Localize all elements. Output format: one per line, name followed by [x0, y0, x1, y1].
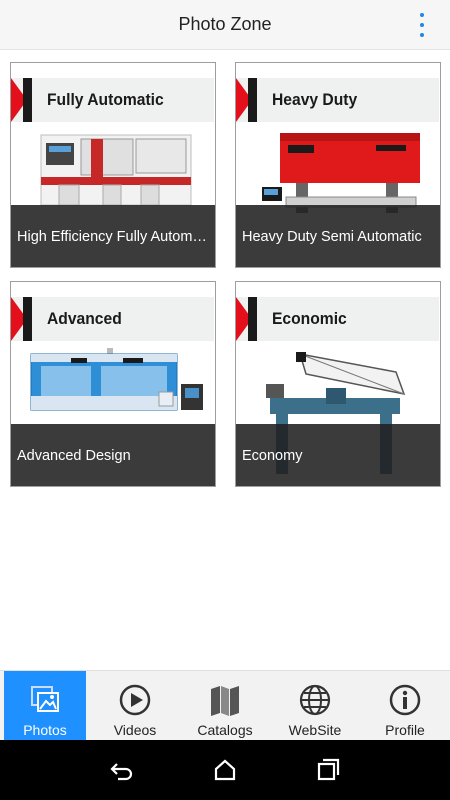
tab-catalogs[interactable]: Catalogs	[180, 671, 270, 741]
heading-bar	[248, 297, 257, 341]
card-caption: Heavy Duty Semi Automatic	[236, 205, 440, 267]
tab-label: Videos	[113, 722, 157, 738]
tab-website[interactable]: WebSite	[270, 671, 360, 741]
tab-label: Photos	[23, 722, 67, 738]
more-vert-icon[interactable]	[418, 13, 426, 37]
system-navigation-bar	[0, 740, 450, 800]
card-heading: Economic	[272, 309, 347, 328]
home-icon[interactable]	[211, 756, 239, 784]
card-heading: Fully Automatic	[47, 90, 164, 109]
tab-label: WebSite	[288, 722, 342, 738]
photo-card-heavy-duty[interactable]: Heavy Duty Heavy Duty Semi Automatic	[235, 62, 441, 268]
info-icon	[389, 684, 421, 716]
card-caption: High Efficiency Fully Automatic	[11, 205, 215, 267]
tab-label: Profile	[385, 722, 425, 738]
tab-videos[interactable]: Videos	[90, 671, 180, 741]
photo-card-fully-automatic[interactable]: Fully Automatic High Efficiency Fully Au…	[10, 62, 216, 268]
bottom-tab-bar: Photos Videos Catalogs WebSite Profile	[0, 670, 450, 741]
heading-bar	[23, 78, 32, 122]
recents-icon[interactable]	[314, 756, 342, 784]
card-caption: Economy	[236, 424, 440, 486]
play-icon	[119, 684, 151, 716]
card-heading: Heavy Duty	[272, 90, 358, 109]
tab-label: Catalogs	[197, 722, 253, 738]
photo-card-economic[interactable]: Economic Economy	[235, 281, 441, 487]
card-heading: Advanced	[47, 309, 122, 328]
heading-bar	[248, 78, 257, 122]
heading-bar	[23, 297, 32, 341]
card-caption: Advanced Design	[11, 424, 215, 486]
top-app-bar: Photo Zone	[0, 0, 450, 50]
photo-card-advanced[interactable]: Advanced Advanced Design	[10, 281, 216, 487]
back-icon[interactable]	[108, 756, 136, 784]
tab-profile[interactable]: Profile	[360, 671, 450, 741]
globe-icon	[299, 684, 331, 716]
catalog-icon	[211, 686, 239, 716]
tab-photos[interactable]: Photos	[4, 671, 86, 741]
page-title: Photo Zone	[178, 14, 272, 34]
photos-icon	[31, 686, 59, 712]
